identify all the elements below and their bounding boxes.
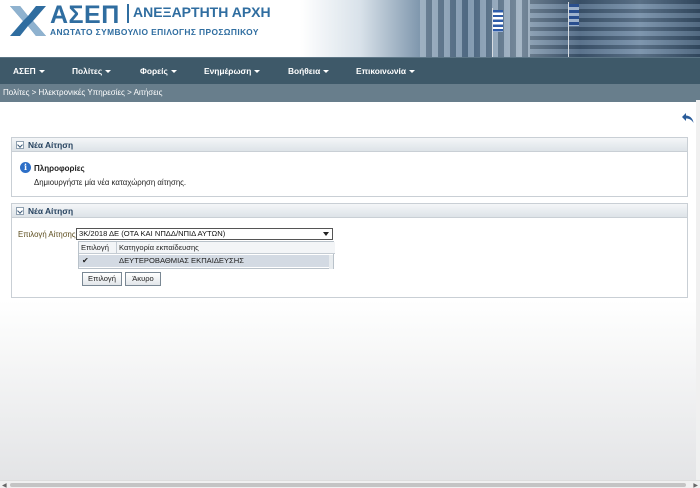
dropdown-arrow-icon	[323, 232, 329, 236]
cancel-button[interactable]: Άκυρο	[125, 272, 161, 286]
nav-item-label: Βοήθεια	[288, 66, 321, 76]
row-category: ΔΕΥΤΕΡΟΒΑΘΜΙΑΣ ΕΚΠΑΙΔΕΥΣΗΣ	[119, 256, 244, 265]
header-photo	[420, 0, 530, 57]
collapse-icon[interactable]	[16, 207, 24, 215]
table-scrollbar[interactable]	[329, 255, 333, 269]
chevron-down-icon	[170, 70, 177, 74]
nav-item-politis[interactable]: Πολίτες	[72, 58, 112, 85]
nav-item-label: ΑΣΕΠ	[13, 66, 36, 76]
header-photo-building	[530, 0, 700, 57]
logo-separator	[127, 4, 129, 23]
vertical-scrollbar[interactable]	[696, 100, 700, 480]
nav-item-label: Πολίτες	[72, 66, 103, 76]
page-background	[0, 300, 696, 480]
nav-item-epikoinonia[interactable]: Επικοινωνία	[356, 58, 416, 85]
eu-flag-icon	[569, 4, 579, 26]
application-select-label: Επιλογή Αίτησης	[18, 230, 76, 239]
table-header-category: Κατηγορία εκπαίδευσης	[117, 242, 335, 254]
nav-item-asep[interactable]: ΑΣΕΠ	[13, 58, 45, 85]
nav-item-enimerosi[interactable]: Ενημέρωση	[204, 58, 261, 85]
application-select-value: 3Κ/2018 ΔΕ (ΟΤΑ ΚΑΙ ΝΠΔΔ/ΝΠΙΔ ΑΥΤΩΝ)	[79, 229, 226, 238]
nav-item-voitheia[interactable]: Βοήθεια	[288, 58, 330, 85]
site-header: ΑΣΕΠ ΑΝΕΞΑΡΤΗΤΗ ΑΡΧΗ ΑΝΩΤΑΤΟ ΣΥΜΒΟΥΛΙΟ Ε…	[0, 0, 700, 57]
panel-title: Νέα Αίτηση	[28, 206, 74, 216]
back-arrow-icon[interactable]	[681, 112, 695, 124]
panel-header[interactable]: Νέα Αίτηση	[12, 204, 687, 218]
application-select[interactable]: 3Κ/2018 ΔΕ (ΟΤΑ ΚΑΙ ΝΠΔΔ/ΝΠΙΔ ΑΥΤΩΝ)	[76, 228, 333, 240]
row-checkbox[interactable]: ✔	[82, 257, 89, 265]
info-text: Δημιουργήστε μία νέα καταχώρηση αίτησης.	[34, 178, 187, 187]
select-button[interactable]: Επιλογή	[82, 272, 122, 286]
panel-header[interactable]: Νέα Αίτηση	[12, 138, 687, 152]
logo-subtitle: ΑΝΩΤΑΤΟ ΣΥΜΒΟΥΛΙΟ ΕΠΙΛΟΓΗΣ ΠΡΟΣΩΠΙΚΟΥ	[50, 27, 259, 37]
chevron-down-icon	[38, 70, 45, 74]
education-table: Επιλογή Κατηγορία εκπαίδευσης ✔ ΔΕΥΤΕΡΟΒ…	[78, 241, 335, 269]
info-icon: i	[20, 162, 31, 173]
table-header-select: Επιλογή	[79, 242, 117, 254]
collapse-icon[interactable]	[16, 141, 24, 149]
chevron-down-icon	[409, 70, 416, 74]
nav-item-foreis[interactable]: Φορείς	[140, 58, 177, 85]
logo-name: ΑΣΕΠ	[50, 1, 120, 29]
scroll-left-icon[interactable]: ◀	[2, 482, 7, 488]
info-panel: Νέα Αίτηση i Πληροφορίες Δημιουργήστε μί…	[11, 137, 688, 197]
asep-logo-icon	[10, 6, 46, 36]
main-nav: ΑΣΕΠ Πολίτες Φορείς Ενημέρωση Βοήθεια Επ…	[0, 57, 700, 84]
new-application-panel: Νέα Αίτηση Επιλογή Αίτησης 3Κ/2018 ΔΕ (Ο…	[11, 203, 688, 298]
scroll-thumb[interactable]	[10, 483, 686, 487]
chevron-down-icon	[254, 70, 261, 74]
nav-item-label: Ενημέρωση	[204, 66, 252, 76]
greek-flag-icon	[493, 10, 503, 32]
chevron-down-icon	[323, 70, 330, 74]
nav-item-label: Επικοινωνία	[356, 66, 407, 76]
table-row[interactable]: ✔ ΔΕΥΤΕΡΟΒΑΘΜΙΑΣ ΕΚΠΑΙΔΕΥΣΗΣ	[79, 255, 330, 267]
nav-item-label: Φορείς	[140, 66, 168, 76]
panel-title: Νέα Αίτηση	[28, 140, 74, 150]
chevron-down-icon	[105, 70, 112, 74]
scroll-right-icon[interactable]: ▶	[693, 482, 698, 488]
logo-authority: ΑΝΕΞΑΡΤΗΤΗ ΑΡΧΗ	[133, 4, 271, 20]
horizontal-scrollbar[interactable]: ◀ ▶	[0, 480, 700, 488]
info-title: Πληροφορίες	[34, 164, 85, 173]
breadcrumb: Πολίτες > Ηλεκτρονικές Υπηρεσίες > Αιτήσ…	[0, 84, 700, 102]
